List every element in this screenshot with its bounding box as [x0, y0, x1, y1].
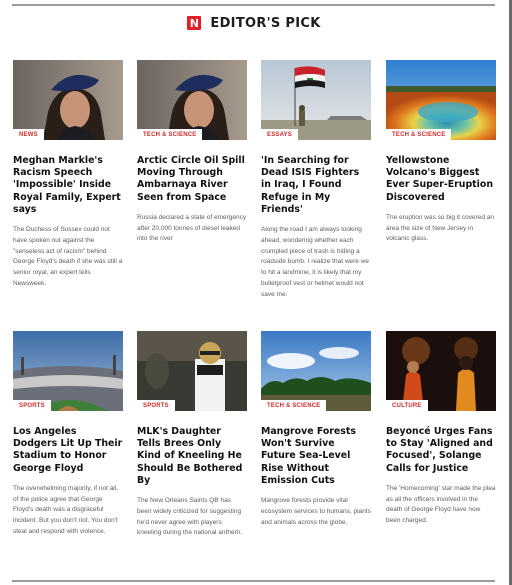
article-summary: The New Orleans Saints QB has been widel…: [137, 497, 242, 537]
article-summary: Mangrove forests provide vital ecosystem…: [261, 497, 371, 526]
section-title: EDITOR'S PICK: [210, 15, 321, 31]
article-image[interactable]: NEWS: [13, 60, 123, 140]
article-title[interactable]: 'In Searching for Dead ISIS Fighters in …: [261, 155, 371, 216]
article-summary: The overwhelming majority, if not all, o…: [13, 484, 119, 535]
article-title[interactable]: Mangrove Forests Won't Survive Future Se…: [261, 426, 371, 487]
category-tag[interactable]: SPORTS: [137, 400, 175, 411]
article-summary: Along the road I am always looking ahead…: [261, 226, 370, 298]
article-summary: Russia declared a state of emergency aft…: [137, 213, 247, 243]
article-card[interactable]: TECH & SCIENCE Arctic Circle Oil Spill M…: [137, 60, 247, 245]
category-tag[interactable]: SPORTS: [13, 400, 51, 411]
article-image[interactable]: SPORTS: [13, 331, 123, 411]
article-title[interactable]: Arctic Circle Oil Spill Moving Through A…: [137, 155, 247, 204]
article-image[interactable]: SPORTS: [137, 331, 247, 411]
article-image[interactable]: TECH & SCIENCE: [386, 60, 496, 140]
article-card[interactable]: CULTURE Beyoncé Urges Fans to Stay 'Alig…: [386, 331, 496, 527]
article-title[interactable]: Los Angeles Dodgers Lit Up Their Stadium…: [13, 426, 123, 475]
article-image[interactable]: ESSAYS: [261, 60, 371, 140]
article-card[interactable]: NEWS Meghan Markle's Racism Speech 'Impo…: [13, 60, 123, 290]
article-card[interactable]: SPORTS MLK's Daughter Tells Brees Only K…: [137, 331, 247, 539]
article-image[interactable]: CULTURE: [386, 331, 496, 411]
bottom-divider: [12, 580, 495, 582]
article-summary: The 'Homecoming' star made the plea as a…: [386, 484, 496, 525]
top-divider: [12, 4, 495, 6]
category-tag[interactable]: TECH & SCIENCE: [386, 129, 452, 140]
section-header: N EDITOR'S PICK: [0, 13, 508, 33]
article-title[interactable]: Beyoncé Urges Fans to Stay 'Aligned and …: [386, 426, 496, 475]
article-card[interactable]: TECH & SCIENCE Mangrove Forests Won't Su…: [261, 331, 371, 528]
article-card[interactable]: ESSAYS 'In Searching for Dead ISIS Fight…: [261, 60, 371, 301]
article-summary: The eruption was so big it covered an ar…: [386, 213, 495, 243]
article-image[interactable]: TECH & SCIENCE: [261, 331, 371, 411]
category-tag[interactable]: CULTURE: [386, 400, 428, 411]
category-tag[interactable]: NEWS: [13, 129, 44, 140]
category-tag[interactable]: TECH & SCIENCE: [137, 129, 203, 140]
article-summary: The Duchess of Sussex could not have spo…: [13, 226, 123, 287]
article-card[interactable]: TECH & SCIENCE Yellowstone Volcano's Big…: [386, 60, 496, 245]
article-image[interactable]: TECH & SCIENCE: [137, 60, 247, 140]
newsweek-logo-icon: N: [187, 16, 202, 30]
article-card[interactable]: SPORTS Los Angeles Dodgers Lit Up Their …: [13, 331, 123, 538]
category-tag[interactable]: TECH & SCIENCE: [261, 400, 327, 411]
article-title[interactable]: MLK's Daughter Tells Brees Only Kind of …: [137, 426, 247, 487]
article-title[interactable]: Meghan Markle's Racism Speech 'Impossibl…: [13, 155, 123, 216]
article-title[interactable]: Yellowstone Volcano's Biggest Ever Super…: [386, 155, 496, 204]
category-tag[interactable]: ESSAYS: [261, 129, 298, 140]
